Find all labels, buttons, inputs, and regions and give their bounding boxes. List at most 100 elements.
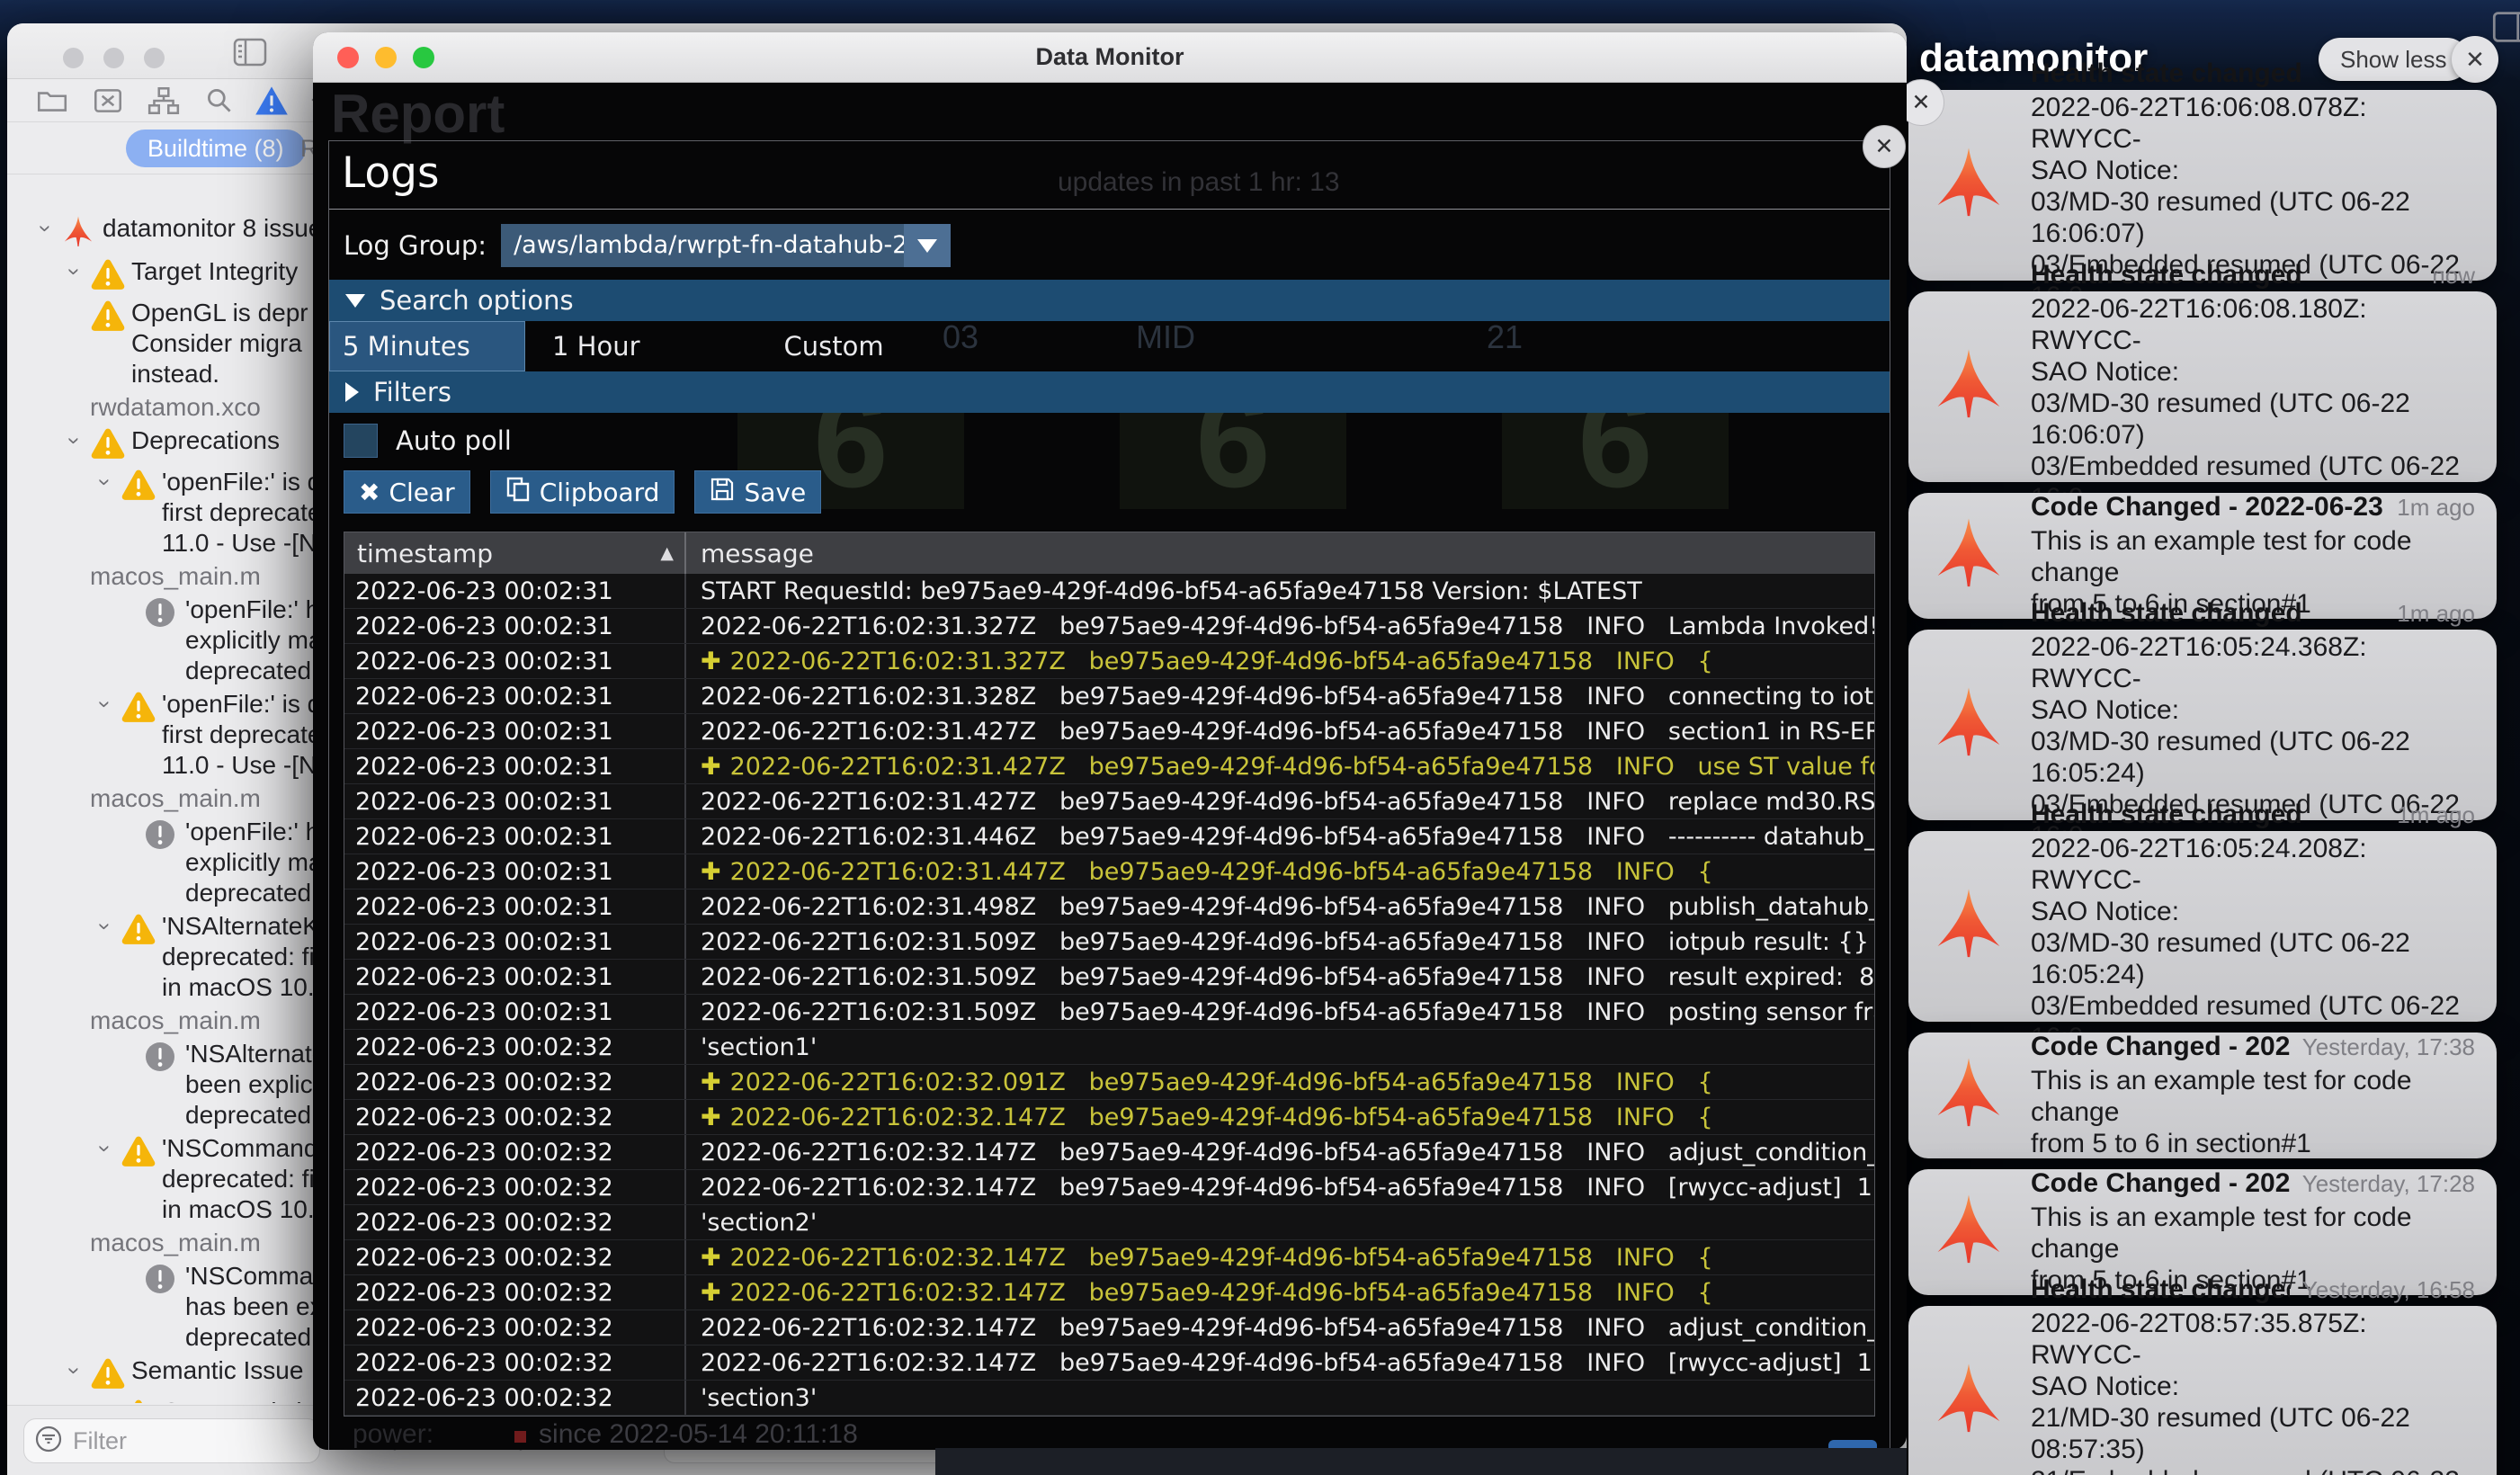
- issue-text: 'openFile:' is de first deprecated 11.0 …: [162, 468, 335, 557]
- expand-plus-icon[interactable]: ✚: [701, 1068, 721, 1096]
- log-row[interactable]: 2022-06-23 00:02:31 2022-06-22T16:02:31.4…: [344, 714, 1874, 749]
- log-message-cell: 2022-06-22T16:02:31.446Z be975ae9-429f-4…: [701, 822, 1874, 851]
- notification-card[interactable]: ✕ Health state changed 2022-06-22T16:06:08…: [1907, 58, 2497, 311]
- log-row[interactable]: 2022-06-23 00:02:32 2022-06-22T16:02:32.1…: [344, 1345, 1874, 1381]
- data-monitor-titlebar: Data Monitor: [313, 32, 1907, 83]
- disclosure-chevron-icon[interactable]: ›: [59, 256, 90, 287]
- expand-plus-icon[interactable]: ✚: [701, 1279, 721, 1307]
- log-row[interactable]: 2022-06-23 00:02:31 2022-06-22T16:02:31.5…: [344, 995, 1874, 1030]
- issue-file-name: macos_main.m: [90, 1229, 261, 1256]
- project-navigator-icon[interactable]: [34, 84, 70, 122]
- close-icon[interactable]: ✕: [1863, 125, 1906, 168]
- notification-card[interactable]: Health state changed now 2022-06-22T16:06:…: [1908, 260, 2497, 513]
- log-message-cell: 2022-06-22T16:02:31.509Z be975ae9-429f-4…: [701, 927, 1869, 956]
- log-group-label: Log Group:: [344, 230, 487, 261]
- notification-title: Health state changed: [2031, 260, 2302, 290]
- log-actions-row: ✖ Clear Clipboard Save: [329, 469, 1890, 524]
- column-message[interactable]: message: [686, 539, 814, 568]
- search-icon[interactable]: [201, 84, 237, 122]
- disclosure-chevron-icon[interactable]: ›: [59, 425, 90, 456]
- time-range-5-minutes[interactable]: 5 Minutes: [329, 321, 525, 371]
- clear-icon: ✖: [359, 477, 380, 507]
- log-message-cell: 'section3': [701, 1383, 818, 1412]
- log-row[interactable]: 2022-06-23 00:02:31 2022-06-22T16:02:31.4…: [344, 784, 1874, 819]
- filters-header[interactable]: Filters: [329, 371, 1890, 413]
- log-row[interactable]: 2022-06-23 00:02:31 ✚ 2022-06-22T16:02:31.…: [344, 854, 1874, 889]
- disclosure-chevron-icon[interactable]: ›: [59, 1355, 90, 1386]
- log-message-cell: 2022-06-22T16:02:32.147Z be975ae9-429f-4…: [701, 1313, 1874, 1342]
- log-row[interactable]: 2022-06-23 00:02:32 ✚ 2022-06-22T16:02:32.…: [344, 1100, 1874, 1135]
- log-row[interactable]: 2022-06-23 00:02:32 2022-06-22T16:02:32.1…: [344, 1135, 1874, 1170]
- log-timestamp-cell: 2022-06-23 00:02:31: [344, 609, 686, 643]
- log-row[interactable]: 2022-06-23 00:02:32 'section3': [344, 1381, 1874, 1416]
- dropdown-arrow-icon[interactable]: [904, 224, 952, 267]
- log-message-cell: 2022-06-22T16:02:31.509Z be975ae9-429f-4…: [701, 997, 1874, 1026]
- clear-button[interactable]: ✖ Clear: [344, 470, 470, 514]
- expand-plus-icon[interactable]: ✚: [701, 648, 721, 675]
- log-row[interactable]: 2022-06-23 00:02:31 ✚ 2022-06-22T16:02:31.…: [344, 749, 1874, 784]
- expand-plus-icon[interactable]: ✚: [701, 1244, 721, 1272]
- notification-card[interactable]: Health state changed Yesterday, 16:58 2022…: [1908, 1274, 2497, 1475]
- log-row[interactable]: 2022-06-23 00:02:31 2022-06-22T16:02:31.4…: [344, 819, 1874, 854]
- deprecation-note-icon: [144, 817, 185, 855]
- expand-plus-icon[interactable]: ✚: [701, 753, 721, 781]
- time-range-custom[interactable]: Custom: [784, 321, 884, 371]
- log-row[interactable]: 2022-06-23 00:02:32 2022-06-22T16:02:32.1…: [344, 1310, 1874, 1345]
- log-row[interactable]: 2022-06-23 00:02:31 2022-06-22T16:02:31.3…: [344, 609, 1874, 644]
- disclosure-chevron-icon[interactable]: ›: [90, 467, 121, 497]
- log-row[interactable]: 2022-06-23 00:02:32 ✚ 2022-06-22T16:02:32.…: [344, 1275, 1874, 1310]
- disclosure-chevron-icon[interactable]: ›: [90, 911, 121, 942]
- disclosure-chevron-icon[interactable]: ›: [31, 213, 61, 244]
- time-range-1-hour[interactable]: 1 Hour: [552, 321, 640, 371]
- log-row[interactable]: 2022-06-23 00:02:31 2022-06-22T16:02:31.5…: [344, 960, 1874, 995]
- log-timestamp-cell: 2022-06-23 00:02:31: [344, 714, 686, 748]
- notification-time: Yesterday, 16:58: [2301, 1276, 2475, 1303]
- log-message-cell: 2022-06-22T16:02:32.147Z be975ae9-429f-4…: [701, 1173, 1874, 1202]
- save-button[interactable]: Save: [694, 470, 822, 514]
- filter-placeholder: Filter: [73, 1426, 127, 1454]
- warning-icon: [121, 1397, 162, 1403]
- disclosure-chevron-icon[interactable]: ›: [90, 689, 121, 720]
- issue-navigator-icon[interactable]: [252, 84, 291, 124]
- disclosure-chevron-icon[interactable]: ›: [90, 1133, 121, 1164]
- warning-icon: [121, 689, 162, 728]
- log-group-select[interactable]: /aws/lambda/rwrpt-fn-datahub-2-: [501, 224, 952, 267]
- log-timestamp-cell: 2022-06-23 00:02:31: [344, 749, 686, 783]
- log-timestamp-cell: 2022-06-23 00:02:32: [344, 1135, 686, 1169]
- notification-card[interactable]: Code Changed - 2022-06... Yesterday, 17:3…: [1908, 1032, 2497, 1158]
- log-timestamp-cell: 2022-06-23 00:02:31: [344, 925, 686, 959]
- log-row[interactable]: 2022-06-23 00:02:32 'section1': [344, 1030, 1874, 1065]
- clipboard-button[interactable]: Clipboard: [489, 470, 675, 514]
- datamonitor-app-icon: [1930, 886, 2009, 968]
- log-timestamp-cell: 2022-06-23 00:02:32: [344, 1100, 686, 1134]
- log-row[interactable]: 2022-06-23 00:02:32 ✚ 2022-06-22T16:02:32.…: [344, 1240, 1874, 1275]
- expand-plus-icon[interactable]: ✚: [701, 858, 721, 886]
- log-row[interactable]: 2022-06-23 00:02:31 START RequestId: be97…: [344, 574, 1874, 609]
- filters-label: Filters: [373, 377, 451, 407]
- log-group-row: Log Group: /aws/lambda/rwrpt-fn-datahub-…: [344, 224, 1875, 267]
- notification-center: datamonitor Show less ✕ ✕ Health state ch…: [1907, 0, 2520, 1475]
- tab-buildtime[interactable]: Buildtime (8): [126, 130, 306, 167]
- notification-title: Health state changed: [2031, 58, 2302, 88]
- log-row[interactable]: 2022-06-23 00:02:31 2022-06-22T16:02:31.5…: [344, 925, 1874, 960]
- close-icon[interactable]: ✕: [1907, 79, 1944, 126]
- column-timestamp[interactable]: timestamp ▲: [344, 532, 686, 574]
- disclosure-chevron-icon[interactable]: ›: [90, 1397, 121, 1403]
- divider: [329, 209, 1890, 210]
- notification-card[interactable]: Health state changed 1m ago 2022-06-22T16:…: [1908, 598, 2497, 851]
- auto-poll-checkbox[interactable]: [344, 424, 378, 458]
- datamonitor-app-icon: [1930, 145, 2009, 227]
- source-control-icon[interactable]: [90, 84, 126, 122]
- log-row[interactable]: 2022-06-23 00:02:31 2022-06-22T16:02:31.3…: [344, 679, 1874, 714]
- deprecation-note-icon: [144, 1261, 185, 1300]
- log-row[interactable]: 2022-06-23 00:02:32 ✚ 2022-06-22T16:02:32.…: [344, 1065, 1874, 1100]
- expand-plus-icon[interactable]: ✚: [701, 1104, 721, 1131]
- filter-input[interactable]: Filter: [23, 1418, 320, 1463]
- log-row[interactable]: 2022-06-23 00:02:32 2022-06-22T16:02:32.1…: [344, 1170, 1874, 1205]
- symbol-navigator-icon[interactable]: [146, 84, 182, 122]
- search-options-header[interactable]: Search options: [329, 280, 1890, 321]
- log-row[interactable]: 2022-06-23 00:02:31 ✚ 2022-06-22T16:02:31.…: [344, 644, 1874, 679]
- log-row[interactable]: 2022-06-23 00:02:31 2022-06-22T16:02:31.4…: [344, 889, 1874, 925]
- log-row[interactable]: 2022-06-23 00:02:32 'section2': [344, 1205, 1874, 1240]
- notification-card[interactable]: Health state changed 1m ago 2022-06-22T16:…: [1908, 800, 2497, 1052]
